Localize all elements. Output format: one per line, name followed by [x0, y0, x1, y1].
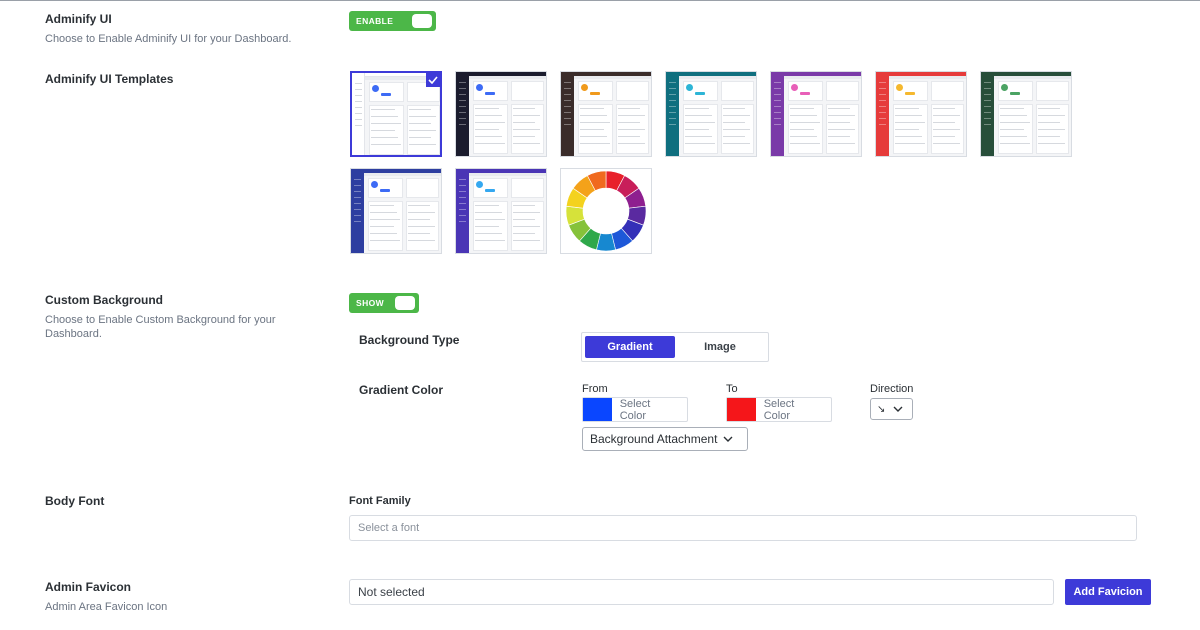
template-blue[interactable] — [350, 168, 442, 254]
background-type-gradient[interactable]: Gradient — [585, 336, 675, 358]
body-font-title: Body Font — [45, 494, 105, 508]
checkmark-icon — [426, 73, 440, 87]
template-dark[interactable] — [455, 71, 547, 157]
direction-select[interactable]: ↘ — [870, 398, 913, 420]
admin-favicon-description: Admin Area Favicon Icon — [45, 601, 168, 613]
background-attachment-select[interactable]: Background Attachment — [582, 427, 748, 451]
background-attachment-value: Background Attachment — [590, 432, 718, 446]
to-color-swatch — [727, 398, 756, 421]
template-violet[interactable] — [455, 168, 547, 254]
template-light[interactable] — [350, 71, 442, 157]
toggle-label: SHOW — [356, 298, 385, 308]
favicon-input[interactable]: Not selected — [349, 579, 1054, 605]
direction-value: ↘ — [877, 403, 886, 415]
adminify-ui-description: Choose to Enable Adminify UI for your Da… — [45, 33, 292, 45]
adminify-ui-title: Adminify UI — [45, 12, 112, 26]
background-type-label: Background Type — [359, 333, 460, 347]
font-family-placeholder: Select a font — [358, 522, 420, 534]
toggle-knob — [412, 14, 432, 28]
from-label: From — [582, 383, 608, 395]
add-favicon-button[interactable]: Add Favicion — [1065, 579, 1151, 605]
template-red[interactable] — [875, 71, 967, 157]
templates-title: Adminify UI Templates — [45, 72, 174, 86]
chevron-down-icon — [893, 406, 903, 412]
chevron-down-icon — [723, 436, 733, 442]
to-label: To — [726, 383, 738, 395]
to-select-color: Select Color — [763, 397, 795, 422]
to-color-picker[interactable]: Select Color — [726, 397, 832, 422]
template-teal[interactable] — [665, 71, 757, 157]
gradient-color-label: Gradient Color — [359, 383, 444, 397]
font-family-select[interactable]: Select a font — [349, 515, 1137, 541]
custom-background-description: Choose to Enable Custom Background for y… — [45, 314, 276, 340]
from-color-picker[interactable]: Select Color — [582, 397, 688, 422]
admin-favicon-title: Admin Favicon — [45, 580, 132, 594]
template-brown[interactable] — [560, 71, 652, 157]
direction-label: Direction — [870, 383, 914, 395]
font-family-label: Font Family — [349, 495, 411, 507]
toggle-knob — [395, 296, 415, 310]
custom-background-toggle[interactable]: SHOW — [349, 293, 419, 313]
background-type-selector: Gradient Image — [581, 332, 769, 362]
custom-background-title: Custom Background — [45, 293, 164, 307]
favicon-value: Not selected — [358, 585, 425, 599]
adminify-ui-toggle[interactable]: ENABLE — [349, 11, 436, 31]
toggle-label: ENABLE — [356, 16, 394, 26]
template-custom-color-wheel[interactable] — [560, 168, 652, 254]
template-green[interactable] — [980, 71, 1072, 157]
from-select-color: Select Color — [619, 397, 651, 422]
background-type-image[interactable]: Image — [675, 336, 765, 358]
from-color-swatch — [583, 398, 612, 421]
color-wheel-icon — [565, 170, 647, 252]
template-purple[interactable] — [770, 71, 862, 157]
